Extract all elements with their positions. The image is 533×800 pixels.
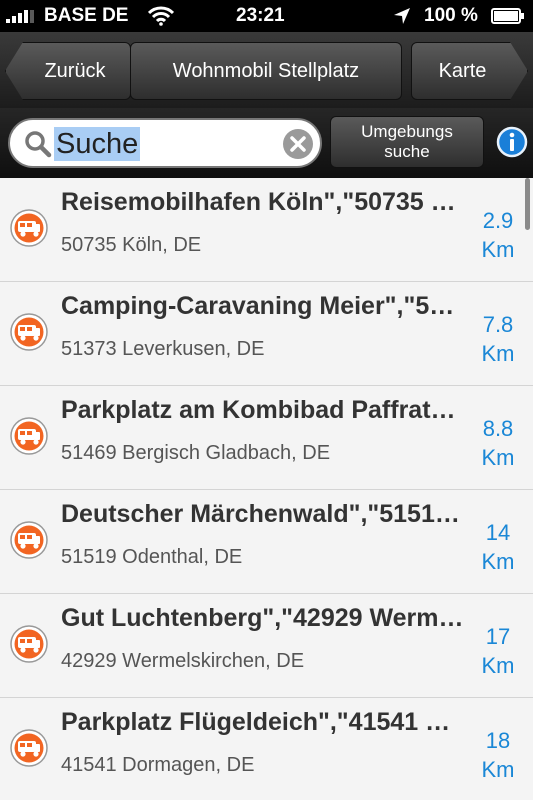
list-item-address: 50735 Köln, DE — [61, 234, 202, 256]
campervan-icon — [10, 625, 48, 663]
wifi-icon — [148, 6, 174, 26]
distance-unit: Km — [481, 237, 515, 262]
list-item[interactable]: Deutscher Märchenwald","51519 Odenthal" 5… — [0, 490, 533, 594]
distance-unit: Km — [481, 549, 515, 574]
distance-unit: Km — [481, 341, 515, 366]
list-item[interactable]: Camping-Caravaning Meier","51373 Leverku… — [0, 282, 533, 386]
campervan-icon — [10, 521, 48, 559]
search-input-value: Suche — [54, 127, 141, 161]
list-item-address: 51469 Bergisch Gladbach, DE — [61, 442, 331, 464]
list-item[interactable]: Gut Luchtenberg","42929 Wermelskirchen" 4… — [0, 594, 533, 698]
signal-strength-icon — [6, 9, 34, 23]
campervan-icon — [10, 313, 48, 351]
list-item-distance: 2.9 Km — [468, 206, 528, 264]
list-item[interactable]: Parkplatz Flügeldeich","41541 Dormagen" 4… — [0, 698, 533, 800]
distance-value: 2.9 — [482, 208, 514, 233]
map-button[interactable]: Karte — [411, 42, 528, 100]
nearby-label-line1: Umgebungs — [361, 122, 453, 141]
list-item-title: Parkplatz Flügeldeich","41541 Dormagen" — [61, 708, 465, 736]
navigation-bar: Zurück Wohnmobil Stellplatz Karte — [0, 32, 533, 108]
list-item-distance: 8.8 Km — [468, 414, 528, 472]
list-item-distance: 18 Km — [468, 726, 528, 784]
distance-value: 8.8 — [482, 416, 514, 441]
clear-search-icon[interactable] — [282, 128, 314, 160]
list-item[interactable]: Reisemobilhafen Köln","50735 Köln" 50735 … — [0, 178, 533, 282]
location-arrow-icon — [394, 8, 410, 24]
nearby-label-line2: suche — [384, 142, 430, 161]
list-item-title: Camping-Caravaning Meier","51373 Leverku… — [61, 292, 465, 320]
list-item-address: 51519 Odenthal, DE — [61, 546, 243, 568]
distance-value: 14 — [485, 520, 511, 545]
list-item-address: 41541 Dormagen, DE — [61, 754, 255, 776]
list-item-distance: 17 Km — [468, 622, 528, 680]
results-list: Reisemobilhafen Köln","50735 Köln" 50735 … — [0, 178, 533, 800]
list-item-title: Gut Luchtenberg","42929 Wermelskirchen" — [61, 604, 465, 632]
list-item-title: Parkplatz am Kombibad Paffrath","51469" — [61, 396, 465, 424]
carrier-name: BASE DE — [44, 5, 129, 26]
clock: 23:21 — [236, 5, 285, 26]
search-input[interactable]: Suche — [8, 118, 322, 168]
search-bar: Suche Umgebungs suche — [0, 108, 533, 178]
distance-value: 18 — [485, 728, 511, 753]
list-item-address: 42929 Wermelskirchen, DE — [61, 650, 305, 672]
distance-unit: Km — [481, 757, 515, 782]
campervan-icon — [10, 209, 48, 247]
distance-unit: Km — [481, 445, 515, 470]
list-item-distance: 14 Km — [468, 518, 528, 576]
category-title-button[interactable]: Wohnmobil Stellplatz — [130, 42, 402, 100]
list-item[interactable]: Parkplatz am Kombibad Paffrath","51469" 5… — [0, 386, 533, 490]
scroll-indicator[interactable] — [525, 178, 530, 230]
back-button[interactable]: Zurück — [5, 42, 131, 100]
campervan-icon — [10, 417, 48, 455]
list-item-title: Deutscher Märchenwald","51519 Odenthal" — [61, 500, 465, 528]
status-bar: BASE DE 23:21 100 % — [0, 0, 533, 32]
campervan-icon — [10, 729, 48, 767]
list-item-distance: 7.8 Km — [468, 310, 528, 368]
info-icon[interactable] — [496, 126, 528, 158]
distance-value: 7.8 — [482, 312, 514, 337]
list-item-address: 51373 Leverkusen, DE — [61, 338, 265, 360]
distance-value: 17 — [485, 624, 511, 649]
battery-percentage: 100 % — [424, 5, 478, 26]
distance-unit: Km — [481, 653, 515, 678]
nearby-search-button[interactable]: Umgebungs suche — [330, 116, 484, 168]
search-icon — [25, 131, 52, 158]
battery-icon — [491, 8, 524, 24]
list-item-title: Reisemobilhafen Köln","50735 Köln" — [61, 188, 465, 216]
